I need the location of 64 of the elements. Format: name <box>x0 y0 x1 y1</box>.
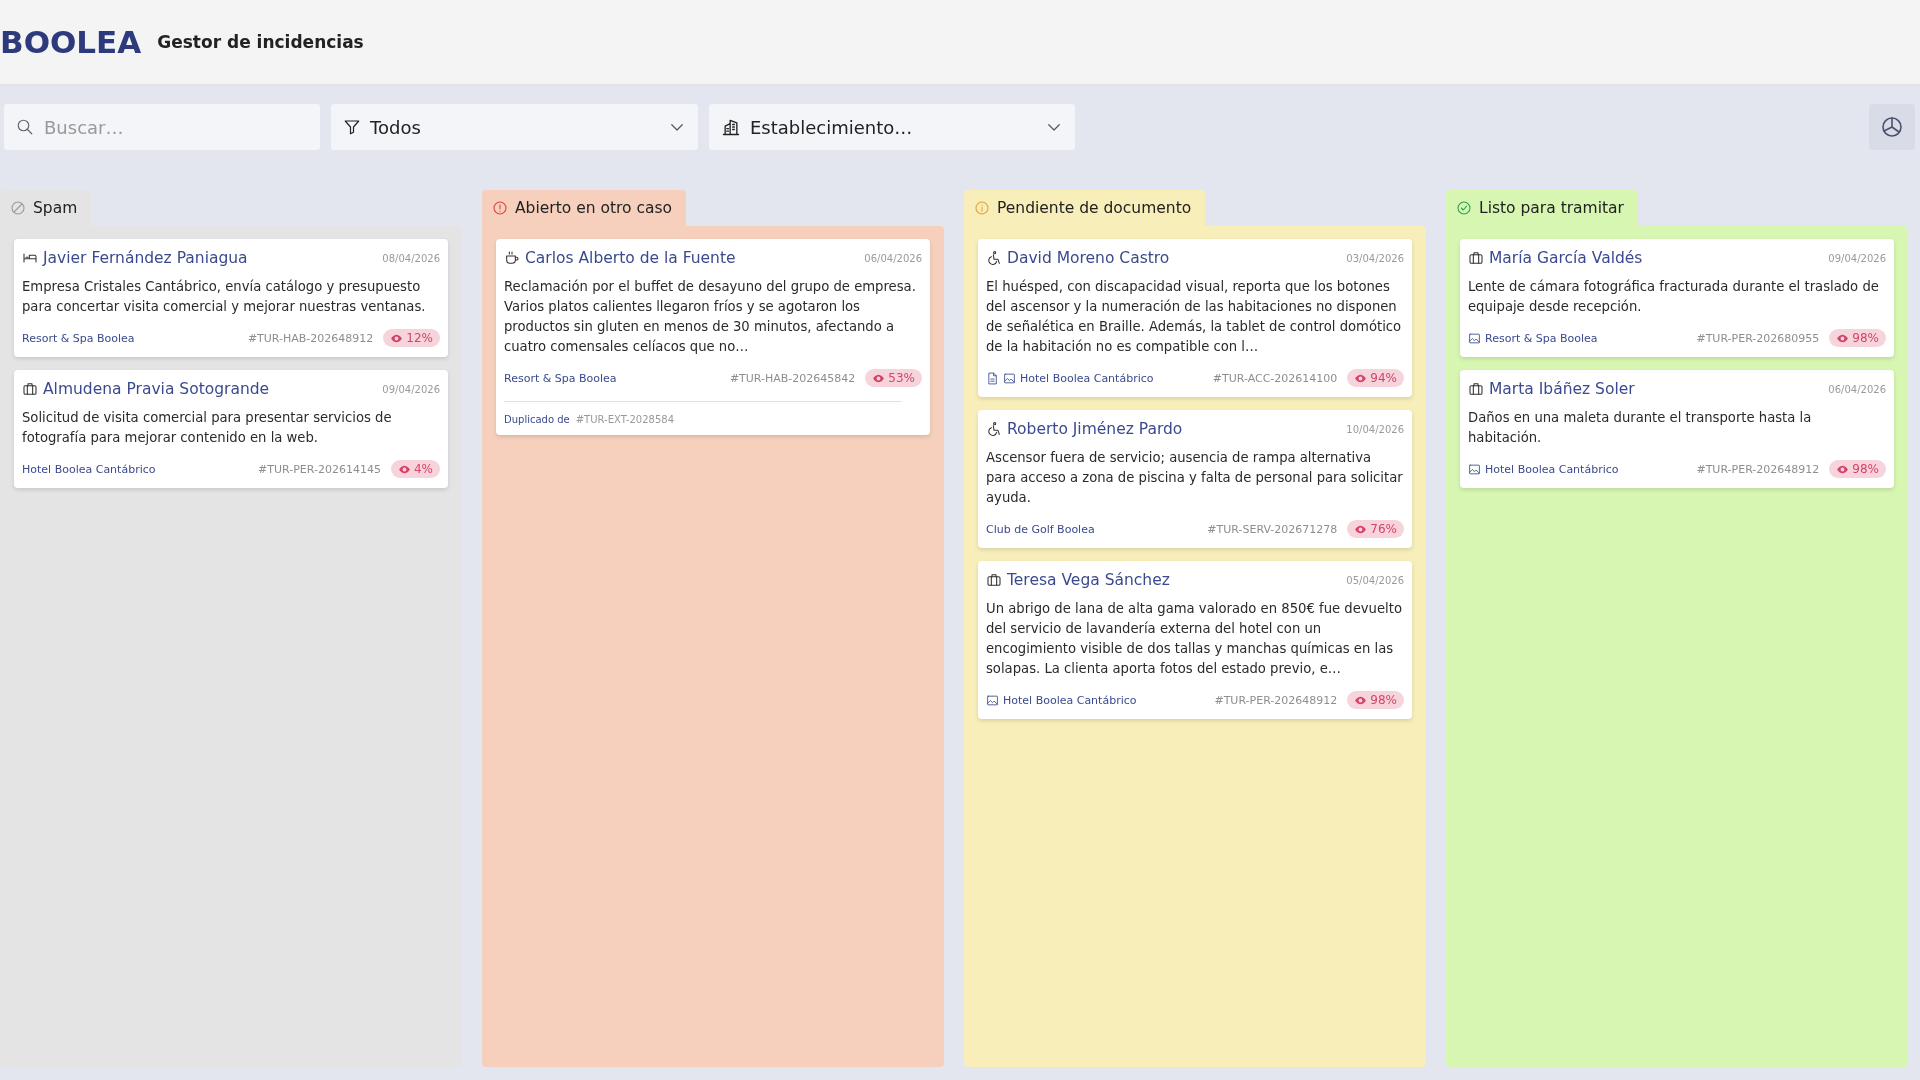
case-code: #TUR-PER-202648912 <box>1214 693 1338 707</box>
description-text: Un abrigo de lana de alta gama valorado en 850€ fue devuelto del servicio de lavandería externa del hotel con un encogimiento visible de dos tallas y manchas químicas en las solapas. La clienta aporta fotos del estado previo, e… <box>986 600 1403 678</box>
establishment-link[interactable]: Resort & Spa Boolea <box>1485 331 1693 345</box>
guest-name-link[interactable]: Roberto Jiménez Pardo <box>1007 420 1342 438</box>
case-code: #TUR-PER-202648912 <box>1696 462 1820 476</box>
score-badge: 98% <box>1347 691 1404 709</box>
establishment-dropdown[interactable]: Establecimiento… <box>709 104 1075 150</box>
status-dropdown[interactable]: Todos <box>331 104 698 150</box>
filter-icon <box>343 118 361 136</box>
date-text: 03/04/2026 <box>1346 252 1404 264</box>
column-title: Pendiente de documento <box>997 199 1192 217</box>
app-title: Gestor de incidencias <box>157 32 364 52</box>
date-text: 10/04/2026 <box>1346 423 1404 435</box>
score-badge: 94% <box>1347 369 1404 387</box>
description-text: Ascensor fuera de servicio; ausencia de rampa alternativa para acceso a zona de piscina y falta de personal para solicitar ayuda. <box>986 449 1404 507</box>
description-text: Lente de cámara fotográfica fracturada durante el traslado de equipaje desde recepción. <box>1468 278 1880 316</box>
guest-name-link[interactable]: María García Valdés <box>1489 249 1824 267</box>
description-text: Solicitud de visita comercial para presentar servicios de fotografía para mejorar contenido en la web. <box>22 409 393 447</box>
description-text: El huésped, con discapacidad visual, reporta que los botones del ascensor y la numeración de las habitaciones no disponen de señalética en Braille. Además, la tablet de control domótico de la habitación no es compatible con l… <box>986 278 1403 356</box>
guest-name-link[interactable]: David Moreno Castro <box>1007 249 1342 267</box>
column-title: Abierto en otro caso <box>515 199 672 217</box>
guest-name-link[interactable]: Almudena Pravia Sotogrande <box>43 380 378 398</box>
description-text: Reclamación por el buffet de desayuno del grupo de empresa. Varios platos calientes llegaron fríos y se agotaron los productos sin gluten en menos de 30 minutos, afectando a cuatro comensales celíacos que no… <box>504 278 917 356</box>
score-badge: 53% <box>865 369 922 387</box>
pie-chart-button[interactable] <box>1869 104 1915 150</box>
case-code: #TUR-ACC-202614100 <box>1212 371 1338 385</box>
establishment-link[interactable]: Hotel Boolea Cantábrico <box>1485 462 1693 476</box>
case-code: #TUR-HAB-202645842 <box>729 371 856 385</box>
score-badge: 4% <box>390 460 440 478</box>
column-title: Listo para tramitar <box>1479 199 1624 217</box>
case-code: #TUR-SERV-202671278 <box>1207 522 1338 536</box>
guest-name-link[interactable]: Carlos Alberto de la Fuente <box>525 249 860 267</box>
duplicate-code: #TUR-EXT-2028584 <box>575 414 674 425</box>
guest-name-link[interactable]: Javier Fernández Paniagua <box>43 249 378 267</box>
date-text: 05/04/2026 <box>1346 574 1404 586</box>
case-code: #TUR-HAB-202648912 <box>247 331 374 345</box>
date-text: 06/04/2026 <box>1828 383 1886 395</box>
establishment-link[interactable]: Resort & Spa Boolea <box>22 331 244 345</box>
score-badge: 98% <box>1829 460 1886 478</box>
establishment-link[interactable]: Hotel Boolea Cantábrico <box>1003 693 1211 707</box>
establishment-link[interactable]: Hotel Boolea Cantábrico <box>1020 371 1209 385</box>
search-field[interactable]: Buscar… <box>4 104 320 150</box>
date-text: 06/04/2026 <box>864 252 922 264</box>
duplicate-label: Duplicado de <box>504 414 570 425</box>
case-code: #TUR-PER-202614145 <box>258 462 381 476</box>
score-badge: 98% <box>1829 329 1886 347</box>
case-code: #TUR-PER-202680955 <box>1696 331 1820 345</box>
score-badge: 12% <box>383 329 440 347</box>
date-text: 09/04/2026 <box>382 383 440 395</box>
guest-name-link[interactable]: Teresa Vega Sánchez <box>1007 571 1342 589</box>
building-icon <box>721 117 741 137</box>
establishment-link[interactable]: Hotel Boolea Cantábrico <box>22 462 255 476</box>
pie-chart-icon <box>1880 115 1904 139</box>
score-badge: 76% <box>1347 520 1404 538</box>
establishment-link[interactable]: Resort & Spa Boolea <box>504 371 726 385</box>
date-text: 09/04/2026 <box>1828 252 1886 264</box>
logo: BOOLEA <box>0 24 142 60</box>
description-text: Daños en una maleta durante el transporte hasta la habitación. <box>1468 409 1813 447</box>
description-text: Empresa Cristales Cantábrico, envía catálogo y presupuesto para concertar visita comercial y mejorar nuestras ventanas. <box>22 278 427 316</box>
search-icon <box>16 118 34 136</box>
date-text: 08/04/2026 <box>382 252 440 264</box>
column-title: Spam <box>33 199 78 217</box>
establishment-link[interactable]: Club de Golf Boolea <box>986 522 1204 536</box>
guest-name-link[interactable]: Marta Ibáñez Soler <box>1489 380 1824 398</box>
